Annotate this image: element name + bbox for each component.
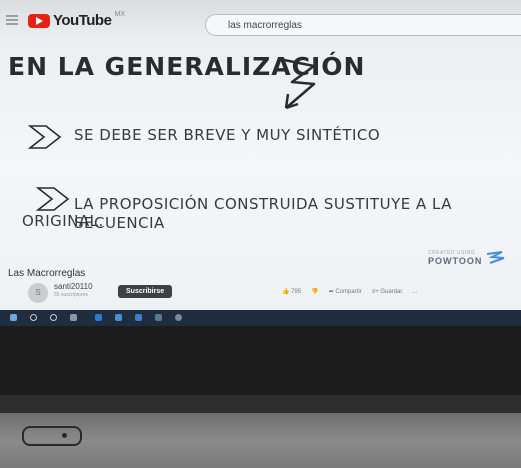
subscribe-button[interactable]: Suscribirse bbox=[118, 285, 173, 298]
logo-text: YouTube bbox=[53, 12, 112, 29]
chrome-icon[interactable] bbox=[175, 314, 182, 321]
slide-bullet-2-continued: ORIGINAL. bbox=[22, 212, 104, 230]
chevron-right-icon bbox=[36, 187, 70, 211]
channel-name[interactable]: santi20110 bbox=[54, 282, 93, 291]
slide-bullet-1: SE DEBE SER BREVE Y MUY SINTÉTICO bbox=[74, 126, 381, 144]
windows-taskbar bbox=[0, 310, 521, 326]
hamburger-menu-icon[interactable] bbox=[6, 15, 18, 17]
more-button[interactable]: ... bbox=[412, 289, 417, 295]
search-box[interactable] bbox=[205, 14, 521, 36]
like-count: 795 bbox=[291, 289, 302, 295]
dislike-button[interactable]: 👎 bbox=[311, 288, 318, 295]
slide-bullet-2: LA PROPOSICIÓN CONSTRUIDA SUSTITUYE A LA… bbox=[74, 195, 452, 232]
powtoon-swoosh-icon bbox=[486, 251, 505, 264]
video-meta: Las Macrorreglas S santi20110 65 suscrip… bbox=[0, 266, 521, 310]
like-button[interactable]: 👍 795 bbox=[282, 288, 301, 295]
touchpad-indicator bbox=[62, 433, 67, 438]
task-view-icon[interactable] bbox=[70, 314, 77, 321]
video-frame[interactable]: EN LA GENERALIZACIÓN SE DEBE SER BREVE Y… bbox=[0, 40, 521, 270]
laptop-hinge bbox=[0, 395, 521, 413]
save-label: Guardar bbox=[380, 288, 403, 295]
video-actions: 👍 795 👎 ➦ Compartir ≡+ Guardar ... bbox=[282, 288, 417, 296]
powtoon-watermark: CREATED USING POWTOON bbox=[428, 250, 482, 266]
edge-icon[interactable] bbox=[95, 314, 102, 321]
save-button[interactable]: ≡+ Guardar bbox=[372, 289, 403, 295]
share-button[interactable]: ➦ Compartir bbox=[329, 288, 362, 295]
play-icon bbox=[28, 13, 50, 28]
search-icon[interactable] bbox=[30, 314, 37, 321]
windows-start-icon[interactable] bbox=[10, 314, 17, 321]
channel-avatar[interactable]: S bbox=[28, 283, 48, 303]
touchpad-button bbox=[22, 426, 82, 446]
laptop-screen: YouTube MX EN LA GENERALIZACIÓN SE DEBE … bbox=[0, 0, 521, 326]
laptop-bezel bbox=[0, 326, 521, 406]
mail-icon[interactable] bbox=[155, 314, 162, 321]
cortana-icon[interactable] bbox=[50, 314, 57, 321]
subscriber-count: 65 suscriptores bbox=[54, 292, 88, 298]
share-label: Compartir bbox=[335, 289, 362, 295]
watermark-text: POWTOON bbox=[428, 256, 483, 266]
zigzag-arrow-icon bbox=[283, 58, 316, 110]
youtube-logo[interactable]: YouTube MX bbox=[28, 11, 125, 29]
youtube-header: YouTube MX bbox=[0, 0, 521, 40]
store-icon[interactable] bbox=[135, 314, 142, 321]
video-title: Las Macrorreglas bbox=[8, 268, 86, 279]
folder-icon[interactable] bbox=[115, 314, 122, 321]
chevron-right-icon bbox=[28, 125, 62, 149]
logo-region: MX bbox=[114, 11, 125, 18]
search-input[interactable] bbox=[206, 15, 521, 36]
